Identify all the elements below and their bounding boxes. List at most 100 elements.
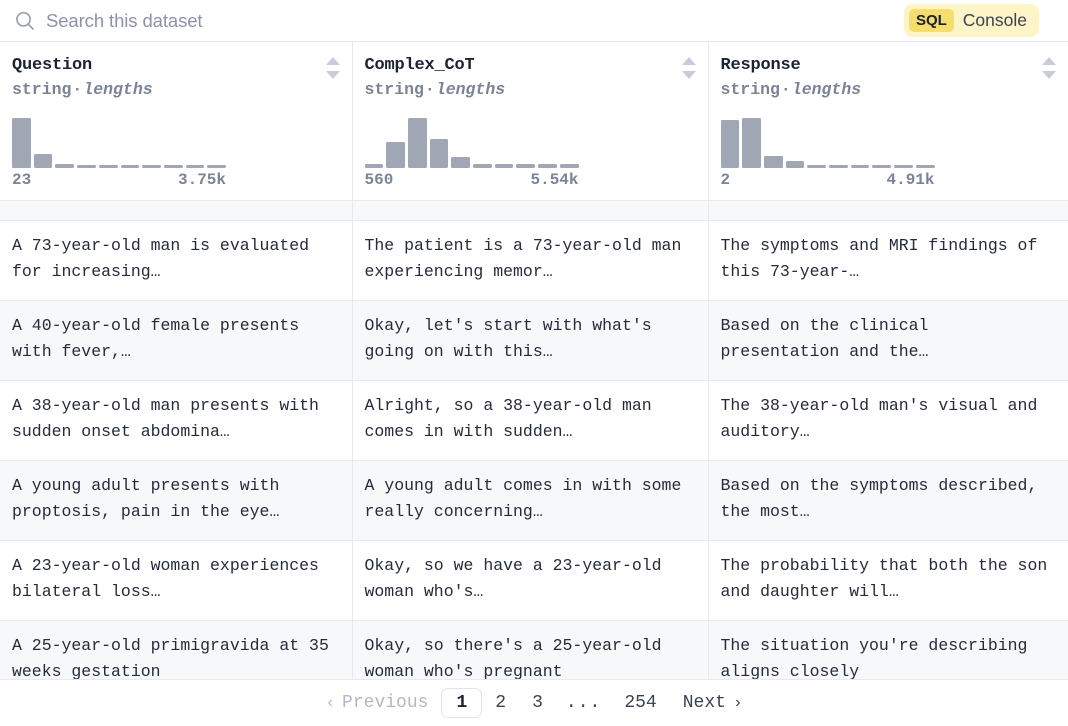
- histogram-max-label: 4.91k: [886, 171, 935, 189]
- cell-text: Okay, so we have a 23-year-old woman who…: [364, 555, 672, 601]
- table-cell-question[interactable]: A 25-year-old primigravida at 35 weeks g…: [0, 620, 353, 680]
- page-button-1[interactable]: 1: [441, 688, 483, 718]
- histogram-bar: [915, 165, 935, 168]
- column-header-response[interactable]: Response string·lengths 2 4.91k: [708, 42, 1068, 201]
- search-input[interactable]: Search this dataset: [14, 0, 1054, 41]
- page-button-last[interactable]: 254: [611, 689, 669, 717]
- histogram-bar: [386, 142, 405, 168]
- cell-text: The probability that both the son and da…: [720, 555, 1058, 601]
- histogram-min-label: 2: [720, 171, 731, 189]
- table-cell-response[interactable]: The 38-year-old man's visual and auditor…: [708, 380, 1068, 461]
- header-row: Question string·lengths 23 3.75k Complex…: [0, 42, 1068, 201]
- sql-console-button[interactable]: SQL Console: [903, 4, 1039, 37]
- histogram-bar: [55, 164, 75, 168]
- table-cell-complex_cot[interactable]: A young adult comes in with some really …: [352, 460, 709, 541]
- table-header: Question string·lengths 23 3.75k Complex…: [0, 42, 1068, 201]
- column-histogram-response: [720, 118, 935, 168]
- search-bar: Search this dataset SQL Console: [0, 0, 1068, 41]
- cell-text: The patient is a 73-year-old man experie…: [364, 235, 692, 281]
- table-row[interactable]: [0, 200, 1068, 221]
- table-cell-complex_cot[interactable]: [352, 200, 709, 221]
- cell-text: A 40-year-old female presents with fever…: [12, 315, 310, 361]
- cell-text: A young adult comes in with some really …: [364, 475, 692, 521]
- sort-arrows-icon[interactable]: [325, 57, 340, 79]
- table-cell-response[interactable]: The probability that both the son and da…: [708, 540, 1068, 621]
- page-button-3[interactable]: 3: [519, 689, 556, 717]
- table-row[interactable]: A 40-year-old female presents with fever…: [0, 300, 1068, 381]
- pagination: ‹ Previous 1 2 3 ... 254 Next ›: [0, 680, 1068, 726]
- column-type: string·lengths: [12, 79, 340, 100]
- table-cell-question[interactable]: [0, 200, 353, 221]
- column-type-stat: lengths: [791, 80, 862, 99]
- table-cell-complex_cot[interactable]: The patient is a 73-year-old man experie…: [352, 220, 709, 301]
- table-cell-complex_cot[interactable]: Alright, so a 38-year-old man comes in w…: [352, 380, 709, 461]
- table-cell-response[interactable]: [708, 200, 1068, 221]
- histogram-bar: [494, 164, 514, 168]
- table-row[interactable]: A 73-year-old man is evaluated for incre…: [0, 220, 1068, 301]
- cell-text: Okay, let's start with what's going on w…: [364, 315, 662, 361]
- table-cell-question[interactable]: A 40-year-old female presents with fever…: [0, 300, 353, 381]
- column-type-separator: ·: [780, 80, 791, 99]
- histogram-bar: [77, 165, 96, 168]
- page-button-2[interactable]: 2: [482, 689, 519, 717]
- table-row[interactable]: A 23-year-old woman experiences bilatera…: [0, 540, 1068, 621]
- dataset-table: Question string·lengths 23 3.75k Complex…: [0, 42, 1068, 680]
- column-header-complex-cot[interactable]: Complex_CoT string·lengths 560 5.54k: [352, 42, 709, 201]
- sort-arrows-icon[interactable]: [1042, 57, 1056, 79]
- previous-page-label: Previous: [342, 693, 429, 713]
- histogram-bar: [33, 154, 53, 168]
- histogram-bar: [185, 165, 205, 168]
- next-page-button[interactable]: Next ›: [670, 689, 756, 717]
- table-cell-complex_cot[interactable]: Okay, let's start with what's going on w…: [352, 300, 709, 381]
- previous-page-button[interactable]: ‹ Previous: [312, 689, 441, 717]
- table-cell-complex_cot[interactable]: Okay, so we have a 23-year-old woman who…: [352, 540, 709, 621]
- cell-text: A 38-year-old man presents with sudden o…: [12, 395, 329, 441]
- table-cell-response[interactable]: Based on the clinical presentation and t…: [708, 300, 1068, 381]
- histogram-bar: [163, 165, 183, 168]
- table-row[interactable]: A 25-year-old primigravida at 35 weeks g…: [0, 620, 1068, 680]
- sort-descending-icon: [325, 71, 340, 79]
- dataset-table-container[interactable]: Question string·lengths 23 3.75k Complex…: [0, 41, 1068, 680]
- column-type-kind: string: [720, 80, 780, 99]
- chevron-left-icon: ‹: [325, 694, 336, 712]
- histogram-axis: 560 5.54k: [365, 171, 579, 189]
- table-cell-response[interactable]: Based on the symptoms described, the mos…: [708, 460, 1068, 541]
- table-cell-complex_cot[interactable]: Okay, so there's a 25-year-old woman who…: [352, 620, 709, 680]
- table-row[interactable]: A young adult presents with proptosis, p…: [0, 460, 1068, 541]
- cell-text: A 23-year-old woman experiences bilatera…: [12, 555, 329, 601]
- column-histogram-complex-cot: [364, 118, 579, 168]
- histogram-min-label: 23: [12, 171, 32, 189]
- histogram-bar: [538, 164, 557, 168]
- column-type-kind: string: [364, 80, 424, 99]
- table-cell-question[interactable]: A young adult presents with proptosis, p…: [0, 460, 353, 541]
- table-cell-question[interactable]: A 38-year-old man presents with sudden o…: [0, 380, 353, 461]
- column-header-question[interactable]: Question string·lengths 23 3.75k: [0, 42, 353, 201]
- column-name: Question: [12, 56, 93, 75]
- page-number: 2: [495, 693, 507, 713]
- table-body: A 73-year-old man is evaluated for incre…: [0, 200, 1068, 680]
- cell-text: Okay, so there's a 25-year-old woman who…: [364, 635, 672, 680]
- table-cell-response[interactable]: The situation you're describing aligns c…: [708, 620, 1068, 679]
- page-number: 1: [456, 693, 468, 713]
- table-cell-question[interactable]: A 23-year-old woman experiences bilatera…: [0, 540, 353, 621]
- dataset-viewer: Search this dataset SQL Console Question…: [0, 0, 1068, 726]
- column-name: Complex_CoT: [364, 56, 475, 75]
- histogram-bar: [742, 118, 761, 168]
- cell-text: The symptoms and MRI findings of this 73…: [720, 235, 1048, 281]
- cell-text: Based on the symptoms described, the mos…: [720, 475, 1048, 521]
- column-type: string·lengths: [721, 79, 1057, 100]
- histogram-axis: 23 3.75k: [12, 171, 226, 189]
- table-cell-response[interactable]: The symptoms and MRI findings of this 73…: [708, 220, 1068, 301]
- cell-text: A 73-year-old man is evaluated for incre…: [12, 235, 319, 281]
- column-type-kind: string: [12, 80, 72, 99]
- table-row[interactable]: A 38-year-old man presents with sudden o…: [0, 380, 1068, 461]
- histogram-bar: [516, 164, 536, 168]
- column-histogram-question: [12, 118, 227, 168]
- cell-text: A 25-year-old primigravida at 35 weeks g…: [12, 635, 339, 680]
- sort-arrows-icon[interactable]: [681, 57, 696, 79]
- histogram-bar: [12, 118, 31, 168]
- table-cell-question[interactable]: A 73-year-old man is evaluated for incre…: [0, 220, 353, 301]
- sql-console-label: Console: [962, 10, 1027, 30]
- histogram-bar: [473, 164, 492, 168]
- histogram-bar: [559, 164, 579, 168]
